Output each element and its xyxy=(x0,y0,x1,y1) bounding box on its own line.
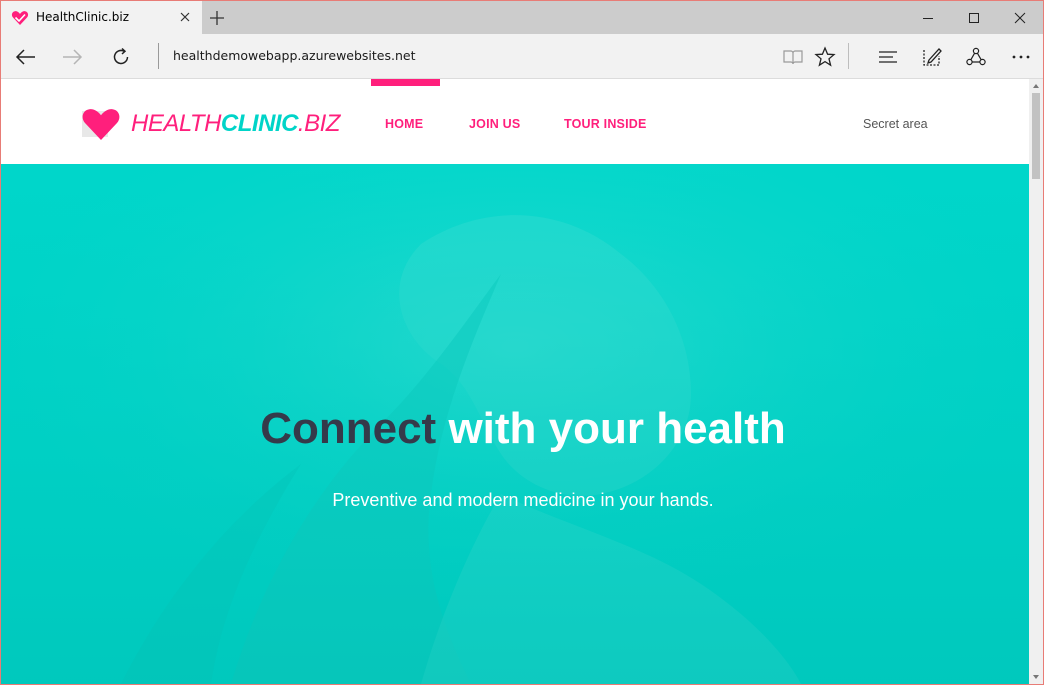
vertical-scrollbar[interactable] xyxy=(1029,79,1043,684)
close-icon xyxy=(1014,12,1026,23)
toolbar-separator xyxy=(848,43,849,69)
url-field[interactable]: healthdemowebapp.azurewebsites.net xyxy=(173,48,416,63)
tab-strip: HealthClinic.biz xyxy=(1,1,1043,34)
scroll-down-icon[interactable] xyxy=(1032,673,1040,681)
nav-tour-inside-link[interactable]: TOUR INSIDE xyxy=(564,117,647,131)
minimize-button[interactable] xyxy=(905,1,951,34)
nav-join-us-link[interactable]: JOIN US xyxy=(469,117,520,131)
page-viewport: HEALTHCLINIC.BIZ HOME JOIN US TOUR INSID… xyxy=(1,79,1029,684)
favorite-button[interactable] xyxy=(810,42,840,72)
scroll-up-icon[interactable] xyxy=(1032,82,1040,90)
refresh-icon xyxy=(113,47,129,65)
close-window-button[interactable] xyxy=(997,1,1043,34)
more-button[interactable] xyxy=(1006,42,1036,72)
hub-button[interactable] xyxy=(873,42,903,72)
hero-section: Connect with your health Preventive and … xyxy=(1,164,1029,684)
favorite-star-icon xyxy=(814,46,836,67)
logo-part-health: HEALTH xyxy=(131,110,221,137)
logo-part-clinic: CLINIC xyxy=(220,110,299,137)
hero-subtitle: Preventive and modern medicine in your h… xyxy=(332,490,714,510)
web-note-icon xyxy=(923,48,942,66)
tab-title: HealthClinic.biz xyxy=(36,10,130,24)
logo-part-biz: .BIZ xyxy=(297,110,341,137)
scrollbar-thumb[interactable] xyxy=(1032,93,1040,179)
url-separator xyxy=(158,43,159,69)
more-icon xyxy=(1012,55,1030,59)
browser-window: HealthClinic.biz healthdemowebapp.azurew… xyxy=(0,0,1044,685)
refresh-button[interactable] xyxy=(106,42,136,72)
back-button[interactable] xyxy=(10,42,40,72)
web-note-button[interactable] xyxy=(917,42,947,72)
maximize-button[interactable] xyxy=(951,1,997,34)
hero-title-light: with your health xyxy=(448,404,786,453)
hero-title: Connect with your health xyxy=(1,404,1029,454)
site-logo[interactable]: HEALTHCLINIC.BIZ xyxy=(81,107,340,141)
browser-tab[interactable]: HealthClinic.biz xyxy=(1,1,202,34)
forward-arrow-icon xyxy=(63,49,83,65)
back-arrow-icon xyxy=(15,49,35,65)
secret-area-link[interactable]: Secret area xyxy=(863,117,928,131)
heart-icon xyxy=(11,11,29,25)
site-header: HEALTHCLINIC.BIZ HOME JOIN US TOUR INSID… xyxy=(1,79,1029,164)
address-bar: healthdemowebapp.azurewebsites.net xyxy=(1,34,1043,79)
minimize-icon xyxy=(923,17,933,19)
logo-wordmark: HEALTHCLINIC.BIZ xyxy=(131,110,340,138)
logo-heart-icon xyxy=(82,109,120,140)
nav-home-link[interactable]: HOME xyxy=(385,117,423,131)
close-tab-icon[interactable] xyxy=(177,9,193,25)
hub-icon xyxy=(879,51,897,63)
reading-view-icon xyxy=(783,50,803,65)
reading-view-button[interactable] xyxy=(778,42,808,72)
active-nav-indicator xyxy=(371,79,440,86)
forward-button[interactable] xyxy=(58,42,88,72)
new-tab-icon[interactable] xyxy=(208,9,226,27)
hero-title-dark: Connect xyxy=(260,404,437,453)
maximize-icon xyxy=(969,12,979,23)
share-button[interactable] xyxy=(961,42,991,72)
share-icon xyxy=(966,47,986,66)
